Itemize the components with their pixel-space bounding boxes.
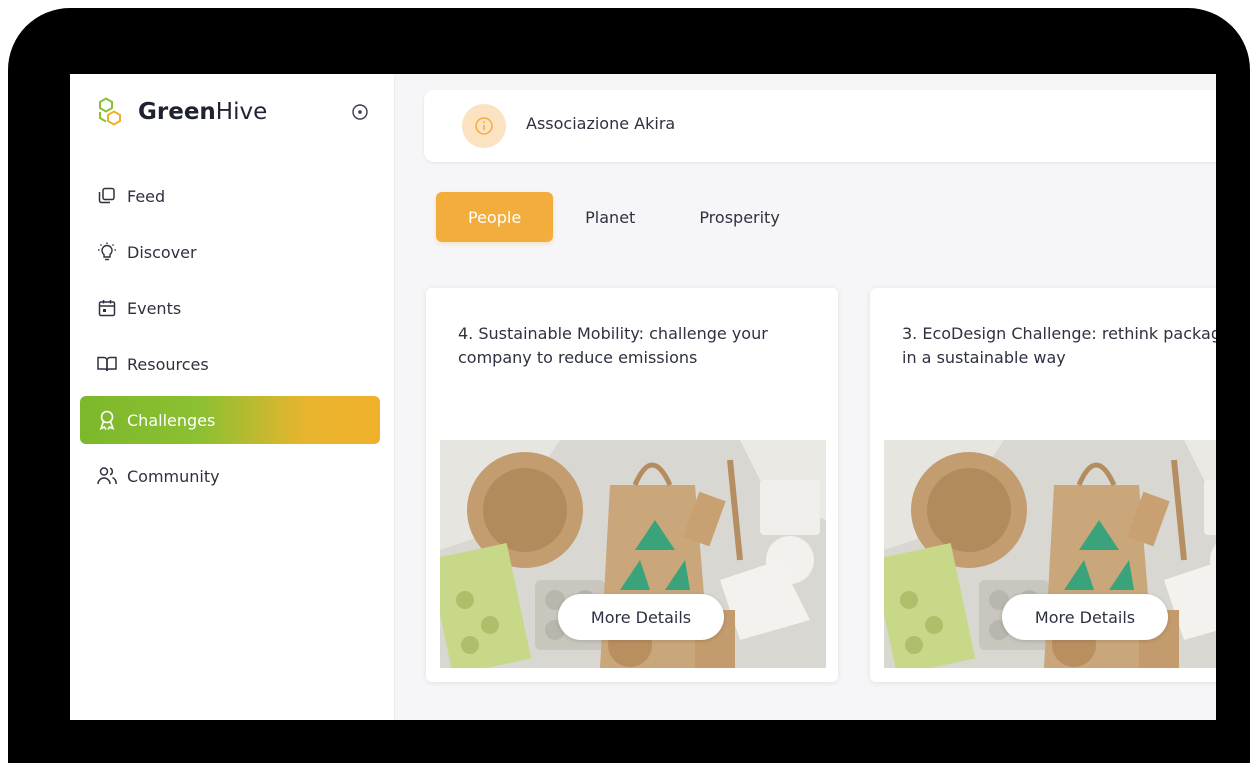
brand-logo[interactable]: GreenHive [97, 94, 267, 130]
copy-icon [97, 186, 117, 206]
more-details-button[interactable]: More Details [558, 594, 724, 640]
tab-prosperity[interactable]: Prosperity [667, 192, 811, 242]
sidebar-item-label: Feed [127, 186, 166, 206]
info-icon [475, 117, 493, 135]
tab-people[interactable]: People [436, 192, 554, 242]
sidebar-item-label: Challenges [127, 410, 216, 430]
org-avatar[interactable] [462, 104, 506, 148]
sidebar-item-label: Resources [127, 354, 209, 374]
calendar-icon [97, 298, 117, 318]
sidebar-item-label: Community [127, 466, 220, 486]
category-tabs: People Planet Prosperity [436, 192, 812, 242]
sidebar-item-discover[interactable]: Discover [80, 228, 380, 276]
users-icon [97, 466, 117, 486]
sidebar-item-community[interactable]: Community [80, 452, 380, 500]
app-screen: GreenHive Feed Discover Events Resources… [70, 74, 1216, 720]
org-header: Associazione Akira [424, 90, 1216, 162]
book-icon [97, 354, 117, 374]
org-name: Associazione Akira [526, 114, 676, 133]
tab-planet[interactable]: Planet [553, 192, 667, 242]
more-details-button[interactable]: More Details [1002, 594, 1168, 640]
challenge-image: More Details [884, 440, 1216, 668]
sidebar: GreenHive Feed Discover Events Resources… [70, 74, 395, 720]
sidebar-item-resources[interactable]: Resources [80, 340, 380, 388]
circle-dot-icon[interactable] [352, 104, 368, 120]
sidebar-item-feed[interactable]: Feed [80, 172, 380, 220]
challenge-title: 3. EcoDesign Challenge: rethink packagin… [902, 324, 1216, 367]
device-frame: GreenHive Feed Discover Events Resources… [8, 8, 1250, 763]
sidebar-item-label: Discover [127, 242, 197, 262]
challenge-image: More Details [440, 440, 826, 668]
brand-name: GreenHive [138, 99, 268, 125]
challenge-card[interactable]: 4. Sustainable Mobility: challenge your … [426, 288, 838, 682]
sidebar-item-challenges[interactable]: Challenges [80, 396, 380, 444]
challenge-card[interactable]: 3. EcoDesign Challenge: rethink packagin… [870, 288, 1216, 682]
challenge-title: 4. Sustainable Mobility: challenge your … [458, 324, 768, 367]
sidebar-item-events[interactable]: Events [80, 284, 380, 332]
award-icon [97, 410, 117, 430]
lightbulb-icon [97, 242, 117, 262]
sidebar-item-label: Events [127, 298, 182, 318]
sidebar-nav: Feed Discover Events Resources Challenge… [80, 172, 380, 508]
hexagon-logo-icon [99, 97, 121, 126]
